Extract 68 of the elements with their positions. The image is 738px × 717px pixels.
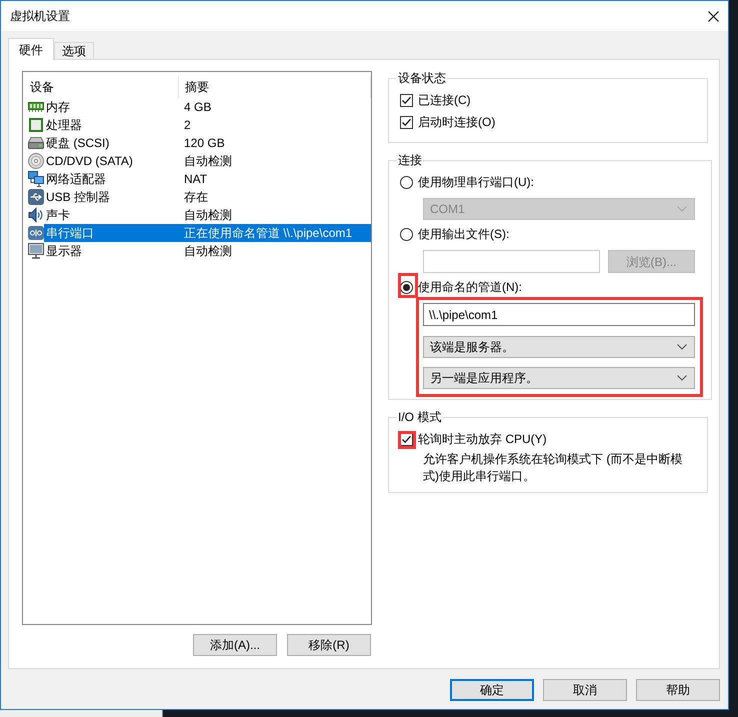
window-title: 虚拟机设置 <box>10 8 70 24</box>
group-title: I/O 模式 <box>397 409 442 425</box>
device-row[interactable]: 内存 4 GB <box>44 98 371 116</box>
speaker-icon <box>28 207 44 223</box>
chevron-down-icon <box>677 206 687 212</box>
device-summary: 自动检测 <box>184 153 232 169</box>
disc-icon <box>28 153 44 169</box>
device-name: 网络适配器 <box>45 171 107 187</box>
radio-label[interactable]: 使用物理串行端口(U): <box>418 174 534 190</box>
device-summary: 正在使用命名管道 \\.\pipe\com1 <box>184 225 352 241</box>
list-action-button[interactable]: 添加(A)... <box>193 634 277 656</box>
tab[interactable]: 选项 <box>54 42 94 59</box>
device-name: 硬盘 (SCSI) <box>45 135 110 151</box>
hard-drive-icon <box>28 137 44 149</box>
dialog-button[interactable]: 取消 <box>543 679 627 701</box>
radio-button[interactable] <box>400 228 413 240</box>
device-name: 内存 <box>45 99 71 115</box>
text-field[interactable]: \\.\pipe\com1 <box>423 303 695 326</box>
dialog-button[interactable]: 确定 <box>450 679 534 701</box>
checkbox[interactable] <box>400 94 413 106</box>
column-header[interactable]: 设备 <box>23 76 178 98</box>
device-row[interactable]: 硬盘 (SCSI) 120 GB <box>44 134 371 152</box>
device-name: 处理器 <box>45 117 83 133</box>
device-summary: 120 GB <box>184 135 225 151</box>
device-summary: 4 GB <box>184 99 212 115</box>
close-icon <box>708 10 718 22</box>
radio-button[interactable] <box>400 280 413 294</box>
list-action-button[interactable]: 移除(R) <box>287 634 371 656</box>
group-title: 设备状态 <box>397 70 447 86</box>
device-summary: 自动检测 <box>184 243 232 259</box>
radio-label[interactable]: 使用命名的管道(N): <box>418 279 522 295</box>
monitor-icon <box>28 243 44 259</box>
dropdown[interactable]: 该端是服务器。 <box>423 336 695 358</box>
device-summary: 存在 <box>184 189 208 205</box>
chevron-down-icon <box>677 344 687 350</box>
serial-port-icon <box>28 226 44 240</box>
device-summary: 2 <box>184 117 191 133</box>
memory-chip-icon <box>28 102 44 112</box>
device-row[interactable]: 处理器 2 <box>44 116 371 134</box>
description-text: 允许客户机操作系统在轮询模式下 (而不是中断模式)使用此串行端口。 <box>423 451 684 485</box>
network-monitors-icon <box>28 171 44 187</box>
device-name: 声卡 <box>45 207 71 223</box>
usb-icon <box>28 189 44 205</box>
device-row[interactable]: 显示器 自动检测 <box>44 242 371 260</box>
device-name: CD/DVD (SATA) <box>45 153 134 169</box>
device-row[interactable]: CD/DVD (SATA) 自动检测 <box>44 152 371 170</box>
checkbox-label[interactable]: 已连接(C) <box>418 92 471 108</box>
device-row[interactable]: 串行端口 正在使用命名管道 \\.\pipe\com1 <box>44 224 371 242</box>
device-row[interactable]: 声卡 自动检测 <box>44 206 371 224</box>
checkbox-label[interactable]: 轮询时主动放弃 CPU(Y) <box>418 431 547 447</box>
checkbox-label[interactable]: 启动时连接(O) <box>418 114 496 130</box>
dialog-button[interactable]: 帮助 <box>636 679 720 701</box>
device-summary: NAT <box>184 171 208 187</box>
radio-label[interactable]: 使用输出文件(S): <box>418 226 510 242</box>
dropdown[interactable]: 另一端是应用程序。 <box>423 367 695 389</box>
device-name: 显示器 <box>45 243 83 259</box>
device-row[interactable]: 网络适配器 NAT <box>44 170 371 188</box>
radio-button[interactable] <box>400 176 413 188</box>
chevron-down-icon <box>677 375 687 381</box>
chip-icon <box>29 118 43 132</box>
checkbox[interactable] <box>400 116 413 128</box>
device-name: USB 控制器 <box>45 189 112 205</box>
tab[interactable]: 硬件 <box>8 38 54 60</box>
device-summary: 自动检测 <box>184 207 232 223</box>
device-name: 串行端口 <box>45 225 95 241</box>
device-row[interactable]: USB 控制器 存在 <box>44 188 371 206</box>
group-title: 连接 <box>397 152 423 168</box>
column-header[interactable]: 摘要 <box>178 76 371 98</box>
